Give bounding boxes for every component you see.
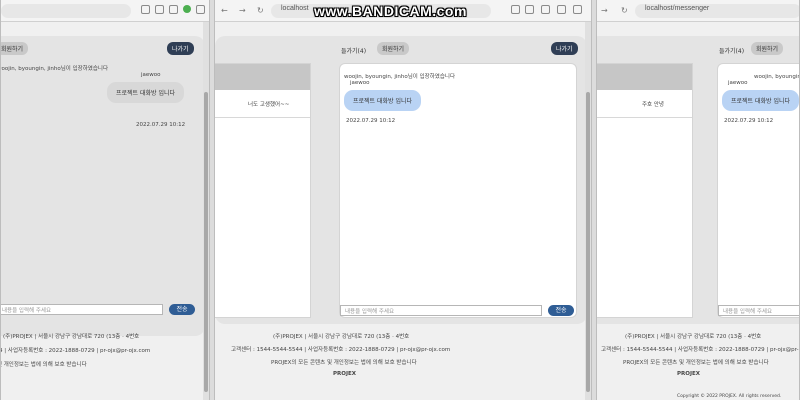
- message-input[interactable]: 내용을 입력해 주세요: [1, 304, 163, 315]
- footer-brand: PROJEX: [677, 371, 700, 377]
- chat-container: 너도 고생했어~~ woojin, byoungin, jinho님이 입장하였…: [215, 36, 587, 324]
- members-chip[interactable]: 들가기(4): [341, 44, 366, 57]
- page-scrollbar[interactable]: [203, 22, 209, 400]
- footer-notice: PROJEX의 모든 콘텐츠 및 개인정보는 법에 의해 보호 받습니다: [623, 360, 769, 366]
- message-timestamp: 2022.07.29 10:12: [346, 118, 396, 124]
- footer-address: (주)PROJEX | 서울시 강남구 강남대로 720 (13층 · 4번호: [273, 334, 410, 340]
- extension-icon[interactable]: [141, 5, 150, 14]
- leave-button[interactable]: 나가기: [167, 42, 194, 55]
- page-body: 너도 고생했어~~ woojin, byoungin, jinho님이 입장하였…: [215, 22, 591, 400]
- footer-copyright: Copyright © 2022 PROJEX. All rights rese…: [677, 394, 782, 399]
- back-icon[interactable]: ←: [221, 5, 228, 17]
- footer-address: (주)PROJEX | 서울시 강남구 강남대로 720 (13층 · 4번호: [3, 334, 140, 340]
- address-url: localhost: [281, 5, 309, 12]
- scroll-thumb[interactable]: [204, 92, 208, 392]
- invite-chip[interactable]: 회원하기: [751, 42, 784, 55]
- send-button[interactable]: 전송: [169, 304, 195, 315]
- chat-container: 주호 안녕 woojin, byoungin, jinho님이 입장하였습니다 …: [597, 36, 800, 324]
- forward-icon[interactable]: →: [239, 5, 246, 17]
- chat-room: woojin, byoungin, jinho님이 입장하였습니다 jaewoo…: [717, 63, 800, 318]
- message-input[interactable]: 내용을 입력해 주세요: [340, 305, 542, 316]
- message-bubble: 프로젝트 대화방 입니다: [107, 82, 185, 103]
- footer-contact: 고객센터 : 1544-5544-5544 | 사업자등록번호 : 2022-1…: [1, 348, 151, 354]
- message-bubble: 프로젝트 대화방 입니다: [722, 90, 799, 111]
- chat-room: woojin, byoungin, jinho님이 입장하였습니다 jaewoo…: [339, 63, 577, 318]
- room-list-header: [215, 64, 310, 90]
- browser-window-left: 회원하기 나가기 woojin, byoungin, jinho님이 입장하였습…: [0, 0, 210, 400]
- tabs-icon[interactable]: [169, 5, 178, 14]
- join-notice: woojin, byoungin, jinho님이 입장하였습니다: [754, 74, 800, 80]
- address-bar[interactable]: localhost/messenger: [635, 4, 799, 18]
- room-list-item[interactable]: 주호 안녕: [597, 90, 692, 118]
- footer-contact: 고객센터 : 1544-5544-5544 | 사업자등록번호 : 2022-1…: [601, 347, 800, 353]
- bookmark-icon[interactable]: [155, 5, 164, 14]
- message-timestamp: 2022.07.29 10:12: [136, 122, 186, 128]
- send-button[interactable]: 전송: [548, 305, 574, 316]
- room-list-header: [597, 64, 692, 90]
- recorder-watermark: www.BANDICAM.com: [314, 3, 467, 19]
- members-chip[interactable]: 들가기(4): [719, 44, 744, 57]
- chat-panel: 회원하기 나가기 woojin, byoungin, jinho님이 입장하였습…: [0, 36, 205, 336]
- browser-toolbar: [1, 0, 209, 22]
- footer-notice: PROJEX의 모든 콘텐츠 및 개인정보는 법에 의해 보호 받습니다: [1, 362, 87, 368]
- message-bubble: 프로젝트 대화방 입니다: [344, 90, 422, 111]
- address-url: localhost/messenger: [645, 5, 710, 12]
- bookmark-icon[interactable]: [525, 5, 534, 14]
- footer-notice: PROJEX의 모든 콘텐츠 및 개인정보는 법에 의해 보호 받습니다: [271, 360, 417, 366]
- footer-brand: PROJEX: [333, 371, 356, 377]
- sender-name: jaewoo: [350, 80, 370, 86]
- join-notice: woojin, byoungin, jinho님이 입장하였습니다: [0, 66, 109, 72]
- room-list: 너도 고생했어~~: [215, 63, 311, 318]
- scroll-thumb[interactable]: [586, 92, 590, 392]
- room-preview: 너도 고생했어~~: [248, 102, 290, 108]
- address-bar[interactable]: [1, 4, 131, 18]
- reload-icon[interactable]: ↻: [257, 5, 264, 17]
- sender-name: jaewoo: [728, 80, 748, 86]
- join-notice: woojin, byoungin, jinho님이 입장하였습니다: [344, 74, 456, 80]
- browser-window-center: ← → ↻ localhost 너도 고생했어~~ woojin, byoung…: [214, 0, 592, 400]
- reload-icon[interactable]: ↻: [621, 5, 628, 17]
- page-body: 주호 안녕 woojin, byoungin, jinho님이 입장하였습니다 …: [597, 22, 799, 400]
- leave-button[interactable]: 나가기: [551, 42, 578, 55]
- share-icon[interactable]: [511, 5, 520, 14]
- invite-chip[interactable]: 회원하기: [377, 42, 410, 55]
- screen-recording: 회원하기 나가기 woojin, byoungin, jinho님이 입장하였습…: [0, 0, 800, 400]
- footer-address: (주)PROJEX | 서울시 강남구 강남대로 720 (13층 · 4번호: [625, 334, 762, 340]
- page-scrollbar[interactable]: [585, 22, 591, 400]
- message-input[interactable]: 내용을 입력해 주세요: [718, 305, 799, 316]
- menu-icon[interactable]: [196, 5, 205, 14]
- invite-chip[interactable]: 회원하기: [1, 42, 29, 55]
- sender-name: jaewoo: [141, 72, 161, 78]
- input-placeholder: 내용을 입력해 주세요: [723, 309, 773, 315]
- browser-toolbar: → ↻ localhost/messenger: [597, 0, 799, 22]
- tabs-icon[interactable]: [557, 5, 566, 14]
- input-placeholder: 내용을 입력해 주세요: [345, 309, 395, 315]
- page-body: 회원하기 나가기 woojin, byoungin, jinho님이 입장하였습…: [1, 22, 209, 400]
- forward-icon[interactable]: →: [601, 5, 608, 17]
- profile-icon[interactable]: [183, 5, 191, 13]
- browser-window-right: → ↻ localhost/messenger 주호 안녕 woojin, by…: [596, 0, 800, 400]
- footer-contact: 고객센터 : 1544-5544-5544 | 사업자등록번호 : 2022-1…: [231, 347, 451, 353]
- room-preview: 주호 안녕: [642, 102, 664, 108]
- extension-icon[interactable]: [541, 5, 550, 14]
- menu-icon[interactable]: [573, 5, 582, 14]
- message-timestamp: 2022.07.29 10:12: [724, 118, 774, 124]
- room-list-item[interactable]: 너도 고생했어~~: [215, 90, 310, 118]
- input-placeholder: 내용을 입력해 주세요: [2, 308, 52, 314]
- room-list: 주호 안녕: [597, 63, 693, 318]
